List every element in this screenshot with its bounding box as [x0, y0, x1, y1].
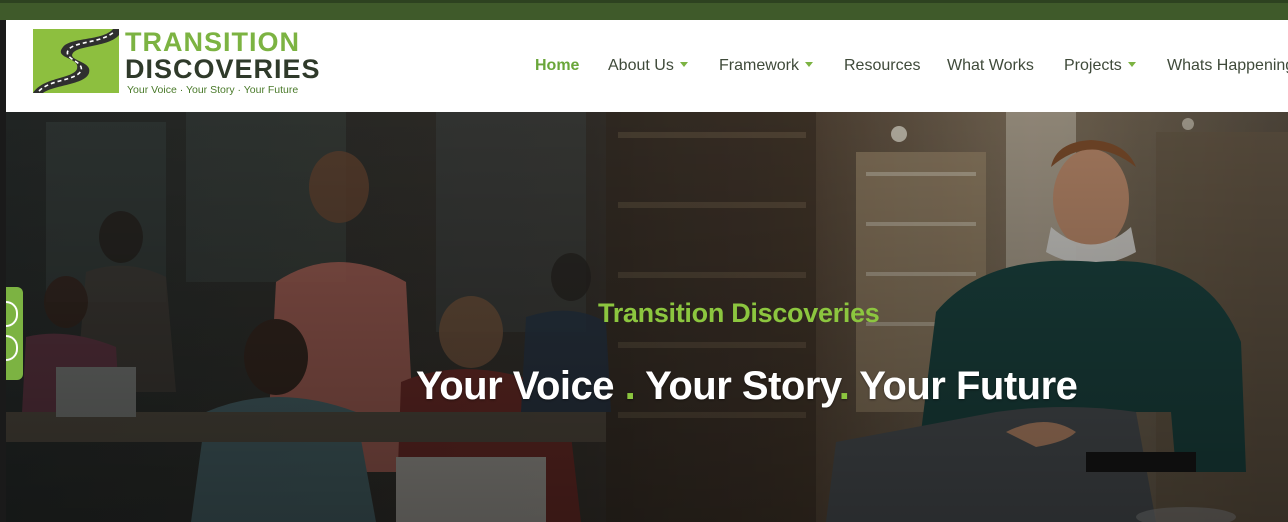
- chevron-down-icon: [805, 62, 814, 68]
- nav-home[interactable]: Home: [535, 57, 579, 75]
- hero-title-sep-2: .: [838, 364, 860, 408]
- nav-home-label: Home: [535, 57, 580, 74]
- top-bar: [0, 0, 1288, 20]
- nav-whats-happening-label: Whats Happening: [1167, 57, 1288, 74]
- hero-title-part-2: Your Story: [645, 364, 839, 408]
- hero-banner: Transition Discoveries Your Voice . Your…: [6, 112, 1288, 522]
- hero-title: Your Voice . Your Story. Your Future: [416, 364, 1078, 409]
- top-bar-edge: [0, 0, 1288, 3]
- chevron-down-icon: [1127, 62, 1136, 68]
- nav-resources-label: Resources: [844, 57, 921, 74]
- hero-title-sep-1: .: [624, 364, 646, 408]
- left-edge: [0, 20, 6, 522]
- nav-about-us-label: About Us: [608, 57, 674, 74]
- hero-title-part-3: Your Future: [859, 364, 1078, 408]
- chevron-down-icon: [679, 62, 688, 68]
- nav-framework[interactable]: Framework: [719, 57, 814, 75]
- site-header: TRANSITION DISCOVERIES Your Voice · Your…: [0, 20, 1288, 112]
- nav-framework-label: Framework: [719, 57, 800, 74]
- nav-what-works-label: What Works: [947, 57, 1034, 74]
- nav-projects[interactable]: Projects: [1064, 57, 1136, 75]
- hero-title-part-1: Your Voice: [416, 364, 625, 408]
- hero-subtitle: Transition Discoveries: [598, 298, 880, 328]
- accessibility-side-tab[interactable]: [2, 287, 23, 380]
- nav-projects-label: Projects: [1064, 57, 1122, 74]
- main-nav: Home About Us Framework Resources What W…: [1, 20, 1288, 112]
- page: TRANSITION DISCOVERIES Your Voice · Your…: [0, 0, 1288, 522]
- nav-whats-happening[interactable]: Whats Happening: [1167, 57, 1288, 75]
- nav-about-us[interactable]: About Us: [608, 57, 688, 75]
- nav-what-works[interactable]: What Works: [947, 57, 1034, 75]
- nav-resources[interactable]: Resources: [844, 57, 920, 75]
